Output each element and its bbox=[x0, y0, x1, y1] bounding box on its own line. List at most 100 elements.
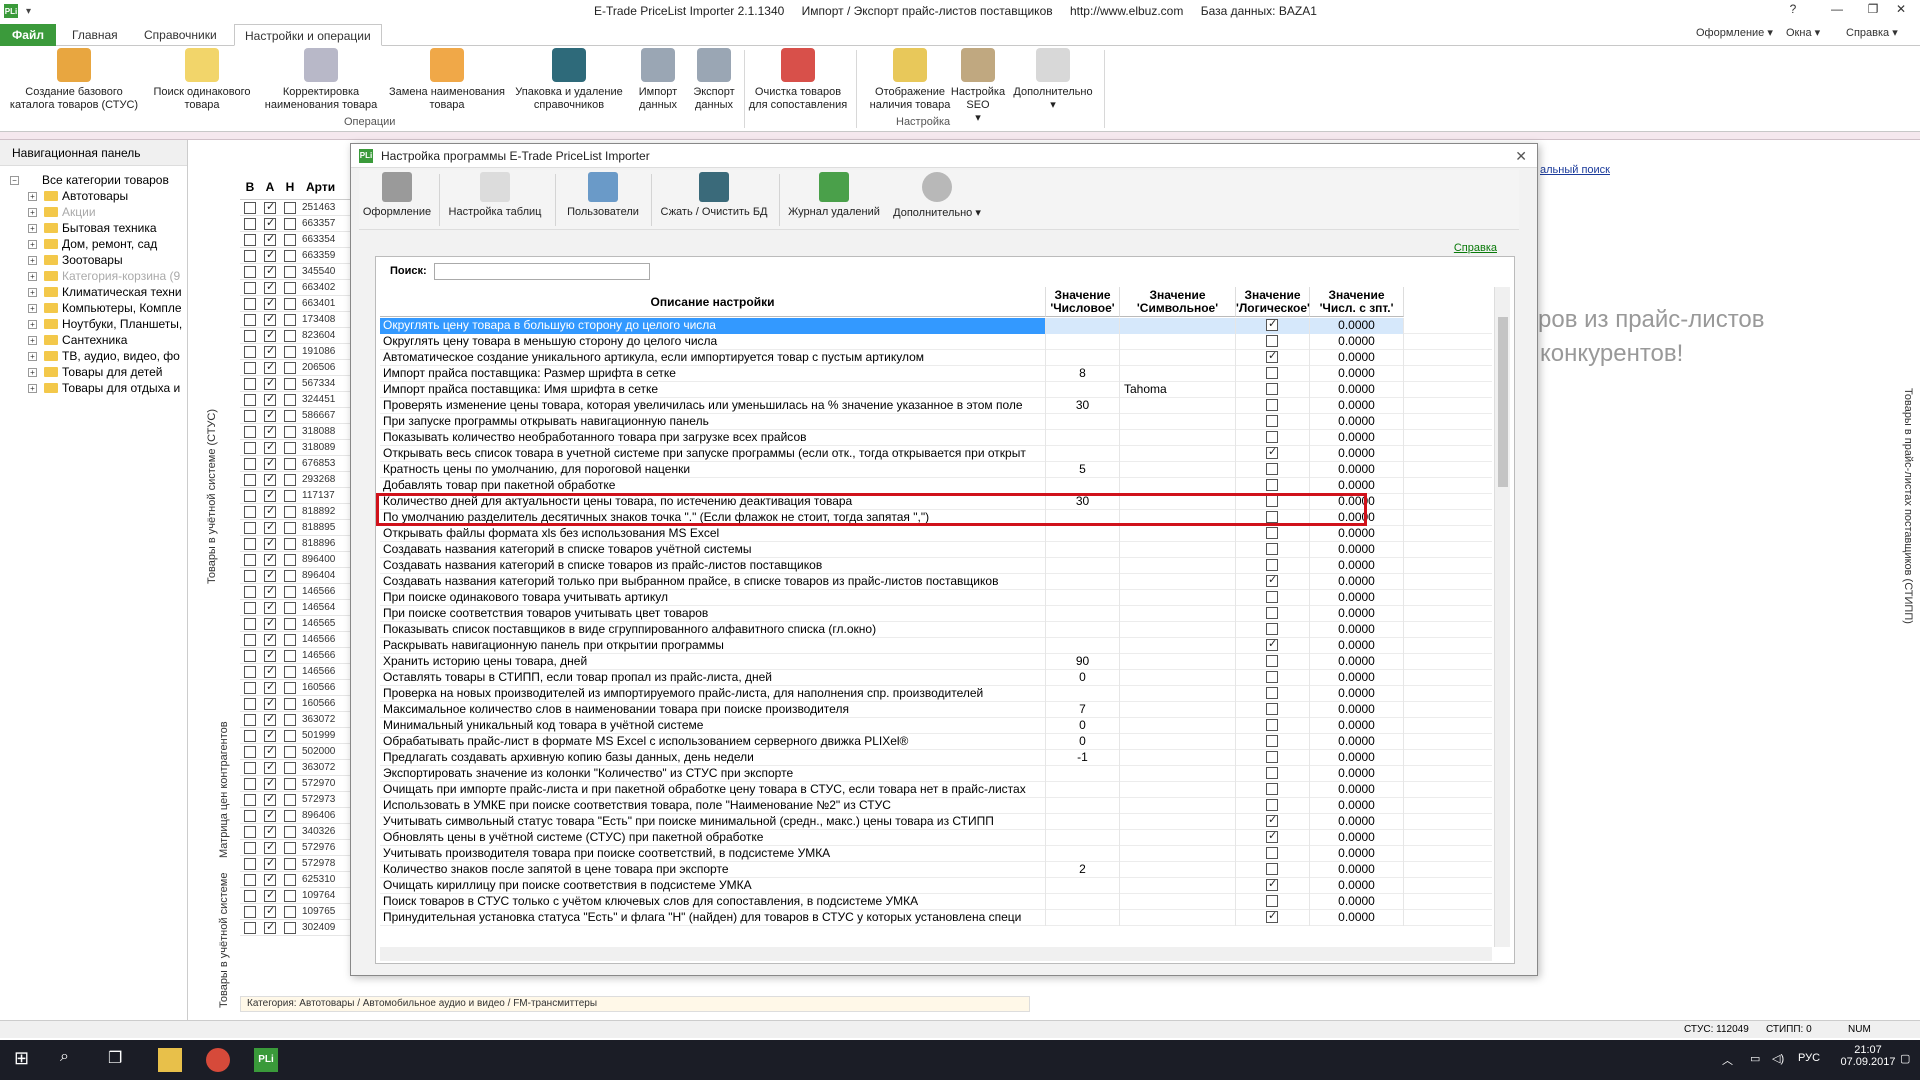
help-link[interactable]: Справка bbox=[1454, 242, 1497, 254]
expand-icon[interactable]: + bbox=[28, 320, 37, 329]
setting-checkbox[interactable] bbox=[1266, 830, 1278, 844]
row-checkbox[interactable] bbox=[244, 505, 256, 518]
setting-checkbox[interactable] bbox=[1266, 415, 1278, 427]
row-checkbox[interactable] bbox=[284, 905, 296, 918]
settings-row[interactable]: При поиске одинакового товара учитывать … bbox=[380, 590, 1492, 606]
settings-row[interactable]: Минимальный уникальный код товара в учёт… bbox=[380, 718, 1492, 734]
row-checkbox[interactable] bbox=[284, 889, 296, 902]
setting-symbolic-value[interactable] bbox=[1120, 718, 1236, 734]
setting-numeric-value[interactable] bbox=[1046, 318, 1120, 334]
row-checkbox[interactable] bbox=[244, 649, 256, 662]
setting-logical-cell[interactable] bbox=[1236, 558, 1310, 574]
setting-checkbox[interactable] bbox=[1266, 574, 1278, 588]
grid-row[interactable]: 663401 bbox=[240, 296, 350, 312]
settings-row[interactable]: Автоматическое создание уникального арти… bbox=[380, 350, 1492, 366]
setting-decimal-value[interactable]: 0.0000 bbox=[1310, 542, 1404, 558]
expand-icon[interactable]: + bbox=[28, 256, 37, 265]
settings-row[interactable]: Предлагать создавать архивную копию базы… bbox=[380, 750, 1492, 766]
setting-description[interactable]: При поиске соответствия товаров учитыват… bbox=[380, 606, 1046, 622]
setting-logical-cell[interactable] bbox=[1236, 894, 1310, 910]
grid-row[interactable]: 586667 bbox=[240, 408, 350, 424]
settings-row[interactable]: По умолчанию разделитель десятичных знак… bbox=[380, 510, 1492, 526]
setting-checkbox[interactable] bbox=[1266, 703, 1278, 715]
setting-logical-cell[interactable] bbox=[1236, 814, 1310, 830]
row-checkbox[interactable] bbox=[264, 216, 276, 230]
setting-logical-cell[interactable] bbox=[1236, 366, 1310, 382]
setting-symbolic-value[interactable] bbox=[1120, 878, 1236, 894]
row-checkbox[interactable] bbox=[244, 345, 256, 358]
setting-decimal-value[interactable]: 0.0000 bbox=[1310, 350, 1404, 366]
setting-logical-cell[interactable] bbox=[1236, 494, 1310, 510]
setting-logical-cell[interactable] bbox=[1236, 606, 1310, 622]
settings-row[interactable]: Открывать весь список товара в учетной с… bbox=[380, 446, 1492, 462]
row-checkbox[interactable] bbox=[284, 553, 296, 566]
grid-row[interactable]: 340326 bbox=[240, 824, 350, 840]
row-checkbox[interactable] bbox=[284, 569, 296, 582]
row-checkbox[interactable] bbox=[244, 553, 256, 566]
row-checkbox[interactable] bbox=[284, 473, 296, 486]
setting-description[interactable]: Обновлять цены в учётной системе (СТУС) … bbox=[380, 830, 1046, 846]
setting-logical-cell[interactable] bbox=[1236, 414, 1310, 430]
row-checkbox[interactable] bbox=[244, 361, 256, 374]
setting-checkbox[interactable] bbox=[1266, 446, 1278, 460]
grid-row[interactable]: 318088 bbox=[240, 424, 350, 440]
seo-settings-button[interactable]: Настройка SEO ▾ bbox=[948, 48, 1008, 125]
side-tab-stipp[interactable]: Товары в прайс-листах поставщиков (СТИПП… bbox=[1902, 388, 1914, 624]
close-icon[interactable]: ✕ bbox=[1878, 2, 1920, 20]
grid-row[interactable]: 318089 bbox=[240, 440, 350, 456]
windows-start-icon[interactable]: ⊞ bbox=[14, 1048, 38, 1072]
setting-description[interactable]: Показывать список поставщиков в виде сгр… bbox=[380, 622, 1046, 638]
setting-logical-cell[interactable] bbox=[1236, 430, 1310, 446]
table-settings-button[interactable]: Настройка таблиц bbox=[443, 172, 547, 218]
row-checkbox[interactable] bbox=[284, 521, 296, 534]
setting-logical-cell[interactable] bbox=[1236, 478, 1310, 494]
setting-description[interactable]: Максимальное количество слов в наименова… bbox=[380, 702, 1046, 718]
setting-logical-cell[interactable] bbox=[1236, 686, 1310, 702]
row-checkbox[interactable] bbox=[284, 745, 296, 758]
setting-decimal-value[interactable]: 0.0000 bbox=[1310, 526, 1404, 542]
setting-description[interactable]: Добавлять товар при пакетной обработке bbox=[380, 478, 1046, 494]
setting-checkbox[interactable] bbox=[1266, 335, 1278, 347]
setting-decimal-value[interactable]: 0.0000 bbox=[1310, 478, 1404, 494]
grid-row[interactable]: 625310 bbox=[240, 872, 350, 888]
setting-checkbox[interactable] bbox=[1266, 719, 1278, 731]
row-checkbox[interactable] bbox=[244, 857, 256, 870]
setting-numeric-value[interactable] bbox=[1046, 622, 1120, 638]
setting-decimal-value[interactable]: 0.0000 bbox=[1310, 462, 1404, 478]
setting-description[interactable]: Открывать весь список товара в учетной с… bbox=[380, 446, 1046, 462]
setting-logical-cell[interactable] bbox=[1236, 654, 1310, 670]
expand-icon[interactable]: + bbox=[28, 304, 37, 313]
settings-row[interactable]: Экспортировать значение из колонки "Коли… bbox=[380, 766, 1492, 782]
volume-icon[interactable]: ◁) bbox=[1772, 1052, 1784, 1065]
setting-numeric-value[interactable]: 8 bbox=[1046, 366, 1120, 382]
dialog-close-icon[interactable]: ✕ bbox=[1515, 144, 1527, 168]
setting-decimal-value[interactable]: 0.0000 bbox=[1310, 718, 1404, 734]
grid-row[interactable]: 572976 bbox=[240, 840, 350, 856]
settings-row[interactable]: Создавать названия категорий в списке то… bbox=[380, 542, 1492, 558]
col-description-header[interactable]: Описание настройки bbox=[380, 287, 1046, 317]
pricelist-importer-taskbar-icon[interactable]: PLi bbox=[254, 1048, 278, 1072]
setting-description[interactable]: При поиске одинакового товара учитывать … bbox=[380, 590, 1046, 606]
grid-row[interactable]: 823604 bbox=[240, 328, 350, 344]
setting-decimal-value[interactable]: 0.0000 bbox=[1310, 702, 1404, 718]
setting-numeric-value[interactable] bbox=[1046, 846, 1120, 862]
settings-row[interactable]: Использовать в УМКЕ при поиске соответст… bbox=[380, 798, 1492, 814]
setting-description[interactable]: Импорт прайса поставщика: Размер шрифта … bbox=[380, 366, 1046, 382]
settings-row[interactable]: Раскрывать навигационную панель при откр… bbox=[380, 638, 1492, 654]
row-checkbox[interactable] bbox=[264, 200, 276, 214]
grid-row[interactable]: 663402 bbox=[240, 280, 350, 296]
row-checkbox[interactable] bbox=[284, 217, 296, 230]
setting-logical-cell[interactable] bbox=[1236, 382, 1310, 398]
expand-icon[interactable]: + bbox=[28, 192, 37, 201]
setting-numeric-value[interactable] bbox=[1046, 414, 1120, 430]
setting-numeric-value[interactable] bbox=[1046, 334, 1120, 350]
side-tab-price-matrix[interactable]: Матрица цен контрагентов bbox=[218, 721, 230, 858]
row-checkbox[interactable] bbox=[244, 537, 256, 550]
row-checkbox[interactable] bbox=[244, 681, 256, 694]
setting-checkbox[interactable] bbox=[1266, 318, 1278, 332]
row-checkbox[interactable] bbox=[264, 264, 276, 278]
setting-decimal-value[interactable]: 0.0000 bbox=[1310, 574, 1404, 590]
setting-symbolic-value[interactable] bbox=[1120, 894, 1236, 910]
tree-item[interactable]: + Категория-корзина (9 bbox=[0, 268, 187, 284]
setting-decimal-value[interactable]: 0.0000 bbox=[1310, 814, 1404, 830]
